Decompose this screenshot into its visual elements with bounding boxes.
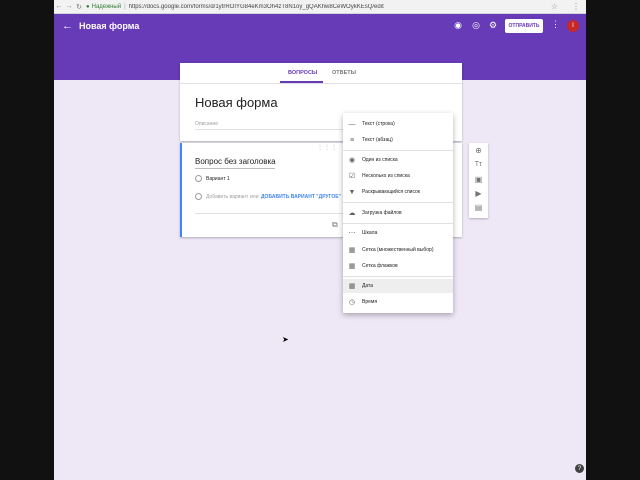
dropdown-item-file-upload[interactable]: ☁ Загрузка файлов	[343, 206, 453, 220]
dropdown-item-time[interactable]: ◷ Время	[343, 295, 453, 309]
form-title-field[interactable]: Новая форма	[195, 95, 278, 110]
dropdown-item-dropdown[interactable]: ▼ Раскрывающийся список	[343, 185, 453, 199]
tabs-divider	[180, 83, 462, 84]
secure-label: Надежный	[91, 3, 122, 10]
address-bar: ← → ↻ ● Надежный | https://docs.google.c…	[54, 0, 586, 14]
grid-icon: ▦	[348, 247, 356, 254]
browser-back-icon[interactable]: ←	[54, 0, 64, 14]
dropdown-item-checkbox-grid[interactable]: ▦ Сетка флажков	[343, 259, 453, 273]
cloud-upload-icon: ☁	[348, 210, 356, 217]
browser-window: ← → ↻ ● Надежный | https://docs.google.c…	[54, 0, 586, 480]
header-title: Новая форма	[79, 21, 140, 31]
checkbox-icon: ☑	[348, 173, 356, 180]
preview-eye-icon[interactable]: ◎	[470, 20, 482, 31]
help-icon[interactable]: ?	[575, 464, 584, 473]
or-label: или	[250, 194, 259, 200]
dropdown-item-radio[interactable]: ◉ Один из списка	[343, 153, 453, 167]
dropdown-divider	[343, 223, 453, 224]
radio-icon	[195, 193, 202, 200]
paragraph-icon: ≡	[349, 136, 355, 144]
add-option-link[interactable]: Добавить вариант	[206, 194, 248, 200]
bookmark-star-icon[interactable]: ☆	[551, 2, 558, 11]
radio-icon: ◉	[348, 157, 356, 164]
lock-icon: ●	[86, 3, 90, 10]
tab-questions[interactable]: ВОПРОСЫ	[288, 70, 317, 76]
dropdown-divider	[343, 202, 453, 203]
send-button[interactable]: ОТПРАВИТЬ	[505, 19, 543, 33]
dropdown-item-date[interactable]: ▦ Дата	[343, 279, 453, 293]
calendar-icon: ▦	[348, 283, 356, 290]
url-input[interactable]: https://docs.google.com/forms/d/1ytrROIY…	[129, 4, 499, 10]
question-title-field[interactable]: Вопрос без заголовка	[195, 157, 276, 166]
back-arrow-icon[interactable]: ←	[62, 20, 73, 32]
palette-icon[interactable]: ◉	[452, 20, 464, 31]
title-text-icon[interactable]: Tт	[473, 161, 484, 168]
copy-icon[interactable]: ⧉	[332, 220, 338, 230]
dropdown-item-paragraph[interactable]: ≡ Текст (абзац)	[343, 133, 453, 147]
question-type-dropdown: — Текст (строка) ≡ Текст (абзац) ◉ Один из …	[343, 113, 453, 313]
dropdown-item-grid[interactable]: ▦ Сетка (множественный выбор)	[343, 243, 453, 257]
image-icon[interactable]: ▣	[473, 175, 484, 184]
reload-icon[interactable]: ↻	[74, 0, 84, 14]
browser-menu-icon[interactable]: ⋮	[572, 2, 580, 11]
dropdown-divider	[343, 276, 453, 277]
radio-icon	[195, 175, 202, 182]
video-icon[interactable]: ▶	[473, 189, 484, 198]
section-icon[interactable]: ▤	[473, 203, 484, 212]
drag-handle-icon[interactable]: ⋮⋮⋮	[317, 144, 338, 151]
linear-scale-icon: ⋯	[348, 230, 356, 237]
dropdown-item-scale[interactable]: ⋯ Шкала	[343, 226, 453, 240]
add-question-icon[interactable]: ⊕	[473, 146, 484, 155]
clock-icon: ◷	[348, 299, 356, 306]
browser-forward-icon[interactable]: →	[64, 0, 74, 14]
option-field[interactable]: Вариант 1	[206, 176, 230, 182]
avatar[interactable]: I	[567, 20, 579, 32]
add-other-option-link[interactable]: ДОБАВИТЬ ВАРИАНТ "ДРУГОЕ"	[261, 194, 341, 200]
dropdown-divider	[343, 150, 453, 151]
url-separator: |	[124, 3, 126, 10]
dropdown-item-short-text[interactable]: — Текст (строка)	[343, 117, 453, 131]
gear-icon[interactable]: ⚙	[487, 20, 499, 31]
more-vert-icon[interactable]: ⋮	[551, 19, 560, 30]
dropdown-icon: ▼	[348, 188, 356, 196]
mouse-cursor-icon: ➤	[282, 335, 289, 344]
short-text-icon: —	[348, 120, 356, 128]
question-title-underline	[195, 168, 275, 169]
tab-answers[interactable]: ОТВЕТЫ	[332, 70, 356, 76]
side-toolbar: ⊕ Tт ▣ ▶ ▤	[469, 143, 488, 218]
grid-icon: ▦	[348, 263, 356, 270]
dropdown-item-checkbox[interactable]: ☑ Несколько из списка	[343, 169, 453, 183]
form-description-field[interactable]: Описание	[195, 121, 218, 127]
